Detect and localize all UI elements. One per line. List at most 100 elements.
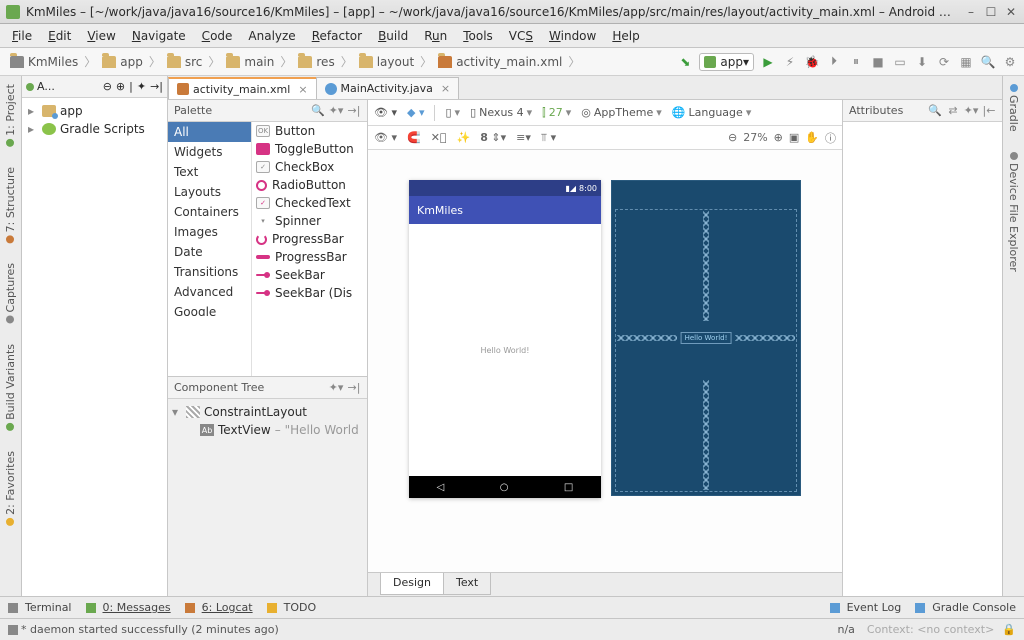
palette-cat-layouts[interactable]: Layouts	[168, 182, 251, 202]
view-options-icon[interactable]: 👁 ▾	[374, 131, 397, 144]
palette-cat-transitions[interactable]: Transitions	[168, 262, 251, 282]
palette-cat-advanced[interactable]: Advanced	[168, 282, 251, 302]
run-button[interactable]: ▶	[760, 54, 776, 70]
gear-icon[interactable]: ✦▾	[329, 104, 343, 118]
palette-item-progressbar-circular[interactable]: ProgressBar	[252, 230, 367, 248]
device-selector[interactable]: ▯ Nexus 4	[470, 106, 532, 119]
apply-changes-icon[interactable]: ⚡	[782, 54, 798, 70]
tab-event-log[interactable]: Event Log	[830, 601, 902, 614]
palette-cat-text[interactable]: Text	[168, 162, 251, 182]
close-icon[interactable]: ×	[441, 82, 450, 95]
search-icon[interactable]: 🔍	[311, 104, 325, 118]
search-icon[interactable]: 🔍	[928, 104, 942, 118]
menu-code[interactable]: Code	[194, 27, 241, 45]
tab-project[interactable]: 1: Project	[4, 80, 17, 151]
lock-icon[interactable]: 🔒	[1002, 623, 1016, 636]
palette-item-togglebutton[interactable]: ToggleButton	[252, 140, 367, 158]
menu-view[interactable]: View	[79, 27, 123, 45]
tab-mainactivity-java[interactable]: MainActivity.java×	[316, 77, 460, 99]
menu-help[interactable]: Help	[604, 27, 647, 45]
menu-file[interactable]: File	[4, 27, 40, 45]
status-context[interactable]: Context: <no context>	[867, 623, 994, 636]
hide-icon[interactable]: →|	[150, 80, 163, 93]
palette-item-seekbar-discrete[interactable]: SeekBar (Dis	[252, 284, 367, 302]
device-preview[interactable]: ▮◢8:00 KmMiles Hello World! ◁○□	[409, 180, 601, 498]
crumb-src[interactable]: src	[163, 55, 207, 69]
maximize-button[interactable]: ☐	[984, 5, 998, 19]
surface-icon[interactable]: ◆ ▾	[407, 106, 424, 119]
close-button[interactable]: ✕	[1004, 5, 1018, 19]
orientation-selector[interactable]: ▯	[445, 106, 460, 119]
zoom-fit-icon[interactable]: ▣	[789, 131, 799, 144]
palette-cat-date[interactable]: Date	[168, 242, 251, 262]
palette-cat-images[interactable]: Images	[168, 222, 251, 242]
target-icon[interactable]: ⊕	[116, 80, 125, 93]
hide-icon[interactable]: |←	[982, 104, 996, 118]
menu-navigate[interactable]: Navigate	[124, 27, 194, 45]
menu-build[interactable]: Build	[370, 27, 416, 45]
status-icon[interactable]	[8, 625, 18, 635]
settings-icon[interactable]: ⚙	[1002, 54, 1018, 70]
zoom-out-icon[interactable]: ⊖	[728, 131, 737, 144]
locale-selector[interactable]: 🌐 Language	[672, 106, 752, 119]
gear-icon[interactable]: ✦▾	[329, 381, 343, 395]
default-margin[interactable]: 8 ⇕▾	[480, 131, 506, 144]
crumb-app[interactable]: app	[98, 55, 147, 69]
component-tree[interactable]: ▾ConstraintLayout AbTextView – "Hello Wo…	[168, 399, 367, 596]
stop-button[interactable]: ■	[870, 54, 886, 70]
palette-item-seekbar[interactable]: SeekBar	[252, 266, 367, 284]
crumb-layout[interactable]: layout	[355, 55, 418, 69]
hide-icon[interactable]: →|	[347, 381, 361, 395]
crumb-main[interactable]: main	[222, 55, 278, 69]
gear-icon[interactable]: ✦	[137, 80, 146, 93]
palette-item-progressbar-horizontal[interactable]: ProgressBar	[252, 248, 367, 266]
tab-activity-main-xml[interactable]: activity_main.xml×	[168, 77, 317, 99]
palette-cat-containers[interactable]: Containers	[168, 202, 251, 222]
menu-refactor[interactable]: Refactor	[304, 27, 370, 45]
tab-build-variants[interactable]: Build Variants	[4, 340, 17, 435]
tab-text[interactable]: Text	[443, 573, 491, 595]
pan-icon[interactable]: ✋	[805, 131, 819, 144]
palette-item-radiobutton[interactable]: RadioButton	[252, 176, 367, 194]
project-view-label[interactable]: A...	[37, 80, 55, 93]
debug-button[interactable]: 🐞	[804, 54, 820, 70]
close-icon[interactable]: ×	[298, 83, 307, 96]
tree-constraintlayout[interactable]: ▾ConstraintLayout	[172, 403, 363, 421]
view-mode-icon[interactable]: 👁 ▾	[374, 106, 397, 119]
tab-design[interactable]: Design	[380, 573, 444, 595]
gear-icon[interactable]: ✦▾	[964, 104, 978, 118]
tab-device-file-explorer[interactable]: Device File Explorer	[1007, 148, 1020, 276]
palette-item-checkbox[interactable]: ✓CheckBox	[252, 158, 367, 176]
search-everywhere-icon[interactable]: 🔍	[980, 54, 996, 70]
theme-selector[interactable]: ◎AppTheme	[581, 106, 662, 119]
tab-favorites[interactable]: 2: Favorites	[4, 447, 17, 530]
collapse-icon[interactable]: ⊖	[103, 80, 112, 93]
tree-item-gradle-scripts[interactable]: ▸Gradle Scripts	[24, 120, 165, 138]
project-tree[interactable]: ▸app ▸Gradle Scripts	[22, 98, 167, 596]
avd-manager-icon[interactable]: ▭	[892, 54, 908, 70]
zoom-in-icon[interactable]: ⊕	[774, 131, 783, 144]
palette-cat-all[interactable]: All	[168, 122, 251, 142]
infer-icon[interactable]: ✨	[457, 131, 471, 144]
swap-icon[interactable]: ⇄	[946, 104, 960, 118]
blueprint-preview[interactable]: Hello World!	[611, 180, 801, 496]
tab-logcat[interactable]: 6: Logcat	[185, 601, 253, 614]
design-surface[interactable]: ▮◢8:00 KmMiles Hello World! ◁○□ Hello Wo…	[368, 150, 842, 572]
crumb-file[interactable]: activity_main.xml	[434, 55, 566, 69]
menu-analyze[interactable]: Analyze	[240, 27, 303, 45]
tab-structure[interactable]: 7: Structure	[4, 163, 17, 247]
tab-captures[interactable]: Captures	[4, 259, 17, 327]
menu-edit[interactable]: Edit	[40, 27, 79, 45]
api-selector[interactable]: ⫿ 27	[542, 106, 571, 120]
menu-window[interactable]: Window	[541, 27, 604, 45]
blueprint-textview[interactable]: Hello World!	[681, 332, 732, 344]
menu-vcs[interactable]: VCS	[501, 27, 541, 45]
warnings-icon[interactable]: ⓘ	[825, 130, 836, 146]
project-structure-icon[interactable]: ▦	[958, 54, 974, 70]
palette-item-checkedtext[interactable]: ✓CheckedText	[252, 194, 367, 212]
minimize-button[interactable]: –	[964, 5, 978, 19]
palette-cat-widgets[interactable]: Widgets	[168, 142, 251, 162]
sync-icon[interactable]: ⟳	[936, 54, 952, 70]
tab-todo[interactable]: TODO	[267, 601, 317, 614]
menu-tools[interactable]: Tools	[455, 27, 501, 45]
